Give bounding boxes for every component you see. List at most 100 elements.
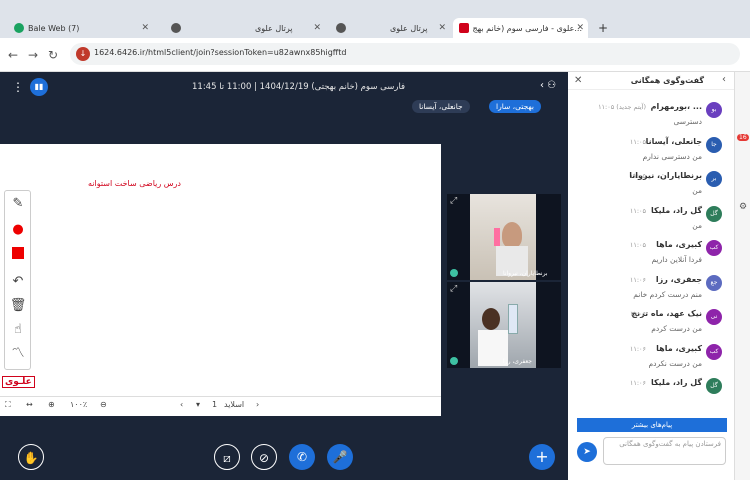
meeting-icon — [459, 23, 469, 33]
trash-icon[interactable]: 🗑 — [9, 297, 27, 315]
fill-square-icon[interactable] — [9, 247, 27, 265]
video-frame — [470, 282, 536, 368]
audio-status-icon — [450, 357, 458, 365]
back-chevron-icon[interactable]: ‹ — [722, 74, 726, 85]
avatar[interactable]: جع — [706, 274, 722, 291]
raise-hand-button[interactable]: ✋ — [18, 444, 44, 470]
zoom-level: ۱۰۰٪ — [70, 400, 88, 409]
new-tab-button[interactable]: + — [592, 18, 614, 38]
zoom-in-icon[interactable]: ⊕ — [48, 400, 55, 409]
expand-icon[interactable]: ⤢ — [450, 284, 457, 294]
settings-icon[interactable]: ⚙ — [739, 202, 747, 212]
browser-tab-portal-1[interactable]: پرتال علوی ✕ — [165, 18, 325, 38]
chat-message: کب کبیری، ماها ۱۱:۰۶ من درست نکردم — [568, 342, 734, 378]
chart-line-icon[interactable]: 〽 — [9, 345, 27, 363]
camera-off-button[interactable]: ⊘ — [251, 444, 277, 470]
slide-number[interactable]: 1 — [212, 400, 217, 409]
message-time: ۱۱:۰۵ — [629, 137, 646, 146]
whiteboard-bottom-bar: ⛶ ↔ ⊕ ۱۰۰٪ ⊖ ‹ ▾ 1 اسلاید › — [0, 396, 441, 416]
address-bar-row: ← → ↻ ↓ 1624.6426.ir/html5client/join?se… — [0, 38, 750, 72]
close-icon[interactable]: ✕ — [141, 23, 149, 33]
globe-icon — [336, 23, 346, 33]
tab-label: علوی - فارسی سوم (خانم بهج... — [472, 23, 582, 33]
reload-icon[interactable]: ↻ — [48, 48, 58, 62]
tab-label: پرتال علوی — [390, 23, 428, 33]
notification-badge: 16 — [737, 134, 749, 141]
options-icon[interactable]: ⋮ — [12, 80, 24, 94]
message-time: ۱۱:۰۵ — [629, 206, 646, 215]
message-time: ۱۱:۰۵ — [629, 172, 646, 180]
browser-tab-portal-2[interactable]: پرتال علوی ✕ — [330, 18, 450, 38]
more-messages-button[interactable]: پیام‌های بیشتر — [577, 418, 727, 432]
back-icon[interactable]: ← — [8, 48, 18, 62]
video-name: برنطایاران، نیروانا — [503, 270, 548, 277]
chat-message: جع جعفری، رزا ۱۱:۰۶ منم درست کردم خانم — [568, 273, 734, 309]
url-input[interactable]: ↓ 1624.6426.ir/html5client/join?sessionT… — [70, 43, 740, 65]
prev-slide-icon[interactable]: ‹ — [180, 400, 183, 409]
avatar[interactable]: جا — [706, 136, 722, 153]
send-icon[interactable]: ➤ — [577, 442, 597, 462]
chat-message: گل گل راد، ملیکا ۱۱:۰۶ — [568, 376, 734, 412]
message-sender: جانعلی، آیسانا — [645, 136, 702, 146]
presenter-pill[interactable]: بهجتی، سارا — [489, 100, 541, 113]
chat-message: بو بورمهرام، ... ۱۱:۰۵ (آیتم جدید) دسترسی — [568, 100, 734, 136]
video-tile[interactable]: ⤢ جعفری، رزا — [447, 282, 561, 368]
color-dot-icon[interactable]: ● — [9, 221, 27, 239]
stats-icon[interactable]: ▮▮ — [30, 78, 48, 96]
hand-pointer-icon[interactable]: ☝ — [9, 321, 27, 339]
message-text: من — [692, 186, 702, 195]
chat-input[interactable]: فرستادن پیام به گفت‌وگوی همگانی — [603, 437, 726, 465]
message-sender: بورمهرام، ... — [650, 102, 702, 111]
chat-header: ✕ گفت‌وگوی همگانی ‹ — [568, 72, 734, 90]
browser-tab-meeting[interactable]: علوی - فارسی سوم (خانم بهج... ✕ — [453, 18, 588, 38]
avatar[interactable]: گل — [706, 205, 722, 222]
message-sender: گل راد، ملیکا — [651, 378, 702, 387]
message-sender: گل راد، ملیکا — [651, 205, 702, 215]
chat-message: گل گل راد، ملیکا ۱۱:۰۵ من — [568, 204, 734, 240]
close-icon[interactable]: ✕ — [576, 23, 584, 33]
expand-icon[interactable]: ⤢ — [450, 196, 457, 206]
video-name: جعفری، رزا — [503, 358, 532, 365]
screen-share-button[interactable]: ⧄ — [214, 444, 240, 470]
slide-dropdown-icon[interactable]: ▾ — [196, 400, 200, 409]
next-slide-icon[interactable]: › — [256, 400, 259, 409]
fullscreen-icon[interactable]: ⛶ — [5, 400, 11, 410]
message-text: من — [692, 220, 702, 230]
users-icon[interactable]: ‹ ⚇ — [540, 80, 556, 91]
message-time: ۱۱:۰۶ — [629, 344, 646, 353]
pencil-icon[interactable]: ✎ — [9, 195, 27, 213]
message-sender: کبیری، ماها — [656, 343, 702, 353]
bale-icon — [14, 23, 24, 33]
avatar[interactable]: کب — [706, 240, 722, 256]
avatar[interactable]: بو — [706, 102, 722, 118]
whiteboard[interactable] — [0, 144, 441, 396]
avatar[interactable]: بر — [706, 171, 722, 187]
message-time: ۱۱:۰۶ — [629, 310, 646, 318]
zoom-out-icon[interactable]: ⊖ — [100, 400, 107, 409]
close-icon[interactable]: ✕ — [313, 23, 321, 33]
undo-icon[interactable]: ↶ — [9, 273, 27, 291]
forward-icon[interactable]: → — [28, 48, 38, 62]
fit-width-icon[interactable]: ↔ — [26, 400, 33, 409]
meeting-title: فارسی سوم (خانم بهجتی) 1404/12/19 | 11:0… — [192, 82, 406, 92]
close-chat-icon[interactable]: ✕ — [574, 75, 582, 86]
close-icon[interactable]: ✕ — [438, 23, 446, 33]
slide-label: اسلاید — [224, 400, 245, 409]
message-text: من درست نکردم — [648, 358, 702, 368]
message-text: منم درست کردم خانم — [633, 289, 702, 299]
message-sender: جعفری، رزا — [655, 274, 702, 284]
avatar[interactable]: گل — [706, 378, 722, 394]
message-time: ۱۱:۰۶ — [629, 379, 646, 387]
video-tile[interactable]: ⤢ برنطایاران، نیروانا — [447, 194, 561, 280]
browser-tab-bar: Bale Web (7) ✕ پرتال علوی ✕ پرتال علوی ✕… — [0, 0, 750, 38]
presenter-pill[interactable]: جانعلی، آیسانا — [412, 100, 470, 113]
chat-message: نی نیک عهد، ماه ترنج ۱۱:۰۶ من درست کردم — [568, 307, 734, 343]
avatar[interactable]: کب — [706, 343, 722, 360]
microphone-button[interactable]: 🎤 — [327, 444, 353, 470]
avatar[interactable]: نی — [706, 309, 722, 325]
chat-title: گفت‌وگوی همگانی — [630, 76, 704, 85]
plus-actions-button[interactable]: + — [529, 444, 555, 470]
browser-tab-bale[interactable]: Bale Web (7) ✕ — [8, 18, 153, 38]
message-sender: کبیری، ماها — [656, 240, 702, 249]
phone-button[interactable]: ✆ — [289, 444, 315, 470]
